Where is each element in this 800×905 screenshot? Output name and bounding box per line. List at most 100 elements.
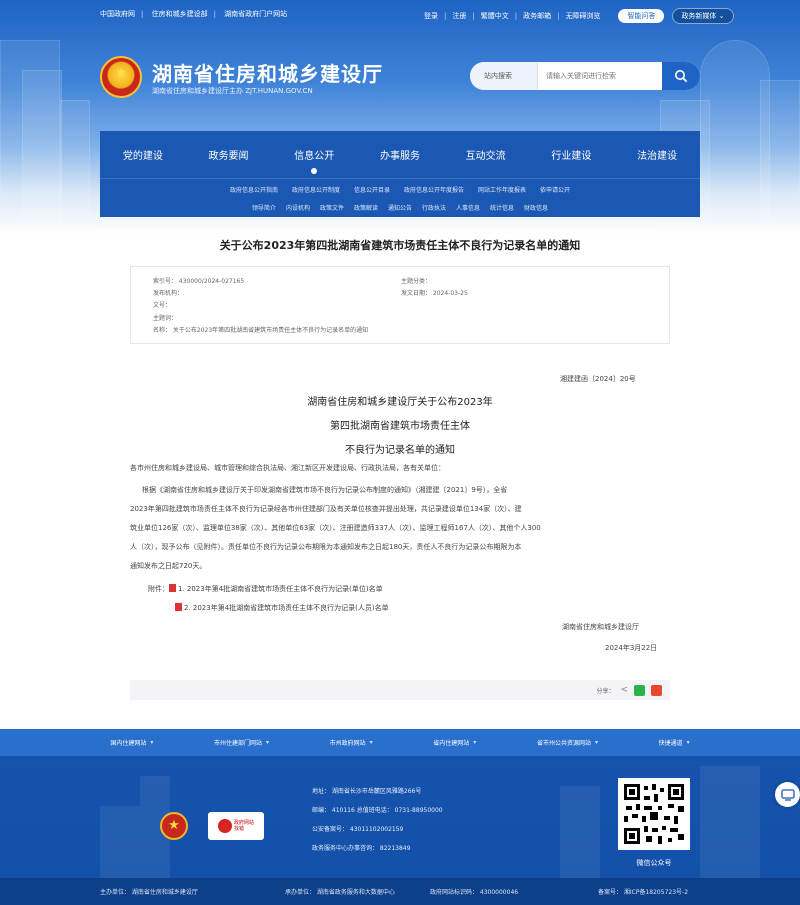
friend-link-provincial[interactable]: 省内住建网站 ▾: [433, 738, 476, 747]
sub-nav-finance[interactable]: 财政信息: [524, 203, 548, 212]
attachment-2[interactable]: 2. 2023年第4批湖南省建筑市场责任主体不良行为记录(人员)名单: [175, 603, 389, 613]
search-button[interactable]: [662, 62, 700, 90]
meta-subject-category: 主题分类：: [401, 278, 432, 285]
friend-link-shortcut-label: 快捷通道: [658, 740, 683, 747]
article-title: 关于公布2023年第四批湖南省建筑市场责任主体不良行为记录名单的通知: [219, 239, 581, 252]
sub-nav-annual-report[interactable]: 政府信息公开年度报告: [404, 185, 464, 194]
link-gov-cn[interactable]: 中国政府网: [100, 10, 135, 18]
friend-link-city-gov-label: 市州政府网站: [329, 740, 366, 747]
nav-party-building[interactable]: 党的建设: [121, 141, 165, 168]
sub-nav-site-report[interactable]: 网站工作年度报表: [478, 185, 526, 194]
meta-publish-org: 发布机构：: [153, 290, 184, 297]
friend-link-city-gov[interactable]: 市州政府网站 ▾: [330, 738, 373, 747]
chevron-down-icon: ▾: [473, 739, 477, 746]
chevron-down-icon: ▾: [150, 739, 154, 746]
top-left-links: 中国政府网 | 住房和城乡建设部 | 湖南省政府门户网站: [100, 10, 288, 18]
friend-link-city-housing[interactable]: 市州住建部门网站 ▾: [214, 738, 269, 747]
sub-nav-leaders[interactable]: 领导简介: [252, 203, 276, 212]
doc-title-line-2: 第四批湖南省建筑市场责任主体: [330, 421, 470, 432]
meta-doc-no: 文号：: [153, 302, 172, 309]
footer-icp[interactable]: 备案号： 湘ICP备18205723号-2: [598, 887, 688, 896]
attachment-1-title: 1. 2023年第4批湖南省建筑市场责任主体不良行为记录(单位)名单: [178, 585, 383, 593]
site-subtitle: 湖南省住房和城乡建设厅主办 ZJT.HUNAN.GOV.CN: [152, 87, 313, 95]
share-icon[interactable]: <: [620, 685, 628, 695]
sub-nav-departments[interactable]: 内设机构: [286, 203, 310, 212]
gov-mail-link[interactable]: 政务邮箱: [523, 11, 551, 21]
footer-postcode: 邮编： 410116 总值班电话： 0731-88950000: [312, 807, 443, 814]
accessibility-link[interactable]: 无障碍浏览: [565, 11, 600, 21]
chevron-down-icon: ▾: [686, 739, 690, 746]
signature-date: 2024年3月22日: [605, 644, 658, 652]
site-title: 湖南省住房和城乡建设厅: [152, 62, 383, 86]
nav-news[interactable]: 政务要闻: [207, 141, 251, 168]
footer-bottom-bar: 主办单位： 湖南省住房和城乡建设厅 承办单位： 湖南省政务服务和大数据中心 政府…: [0, 878, 800, 905]
share-bar: 分享： <: [130, 680, 670, 700]
body-line-5: 通知发布之日起720天。: [130, 562, 207, 570]
document-number: 湘建建函〔2024〕20号: [560, 375, 636, 383]
party-emblem-icon: ★: [160, 812, 188, 840]
register-link[interactable]: 注册: [452, 11, 466, 21]
page: 中国政府网 | 住房和城乡建设部 | 湖南省政府门户网站 登录 | 注册 | 繁體中文 |…: [0, 0, 800, 905]
body-line-4: 人（次），现予公布（见附件）。责任单位不良行为记录公布期限为本通知发布之日起18…: [130, 543, 522, 551]
sub-nav-catalog[interactable]: 信息公开目录: [354, 185, 390, 194]
meta-subject-words: 主题词：: [153, 315, 178, 322]
link-mohurd[interactable]: 住房和城乡建设部: [152, 10, 208, 18]
sub-nav-system[interactable]: 政府信息公开制度: [292, 185, 340, 194]
meta-date: 发文日期： 2024-03-25: [401, 290, 468, 297]
chevron-down-icon: ▾: [265, 739, 269, 746]
link-hunan-gov[interactable]: 湖南省政府门户网站: [224, 10, 287, 18]
friend-link-public-resource[interactable]: 省市州公共资源网站 ▾: [537, 738, 598, 747]
sub-nav-policies[interactable]: 政策文件: [320, 203, 344, 212]
sub-nav-personnel[interactable]: 人事信息: [456, 203, 480, 212]
meta-index-no: 索引号： 430000/2024-027165: [153, 278, 245, 285]
nav-industry[interactable]: 行业建设: [549, 141, 593, 168]
search-input[interactable]: [538, 62, 662, 90]
toolbar-icon: [780, 788, 795, 801]
new-media-dropdown[interactable]: 政务新媒体 ⌄: [672, 8, 734, 24]
smart-qa-button[interactable]: 智能问答: [618, 9, 665, 23]
share-label: 分享：: [596, 687, 615, 695]
nav-info-disclosure[interactable]: 信息公开: [292, 141, 336, 174]
friend-link-shortcut[interactable]: 快捷通道 ▾: [659, 738, 690, 747]
body-line-2: 2023年第四批建筑市场责任主体不良行为记录经各市州住建部门及有关单位核查并提出…: [130, 505, 522, 513]
friend-link-national[interactable]: 国内住建网站 ▾: [110, 738, 153, 747]
footer-host: 主办单位： 湖南省住房和城乡建设厅: [100, 889, 198, 896]
search-scope-select[interactable]: 站内搜索: [470, 62, 538, 90]
weibo-icon[interactable]: [651, 684, 662, 696]
sub-nav-notices[interactable]: 通知公告: [388, 203, 412, 212]
nav-main-items: 党的建设 政务要闻 信息公开 办事服务 互动交流 行业建设 法治建设: [100, 131, 700, 179]
body-line-1: 根据《湖南省住房和城乡建设厅关于印发湖南省建筑市场不良行为记录公布制度的通知》（…: [142, 486, 508, 494]
attachment-2-title: 2. 2023年第4批湖南省建筑市场责任主体不良行为记录(人员)名单: [184, 604, 389, 612]
friend-link-public-resource-label: 省市州公共资源网站: [536, 740, 591, 747]
sub-nav-enforcement[interactable]: 行政执法: [422, 203, 446, 212]
login-link[interactable]: 登录: [424, 11, 438, 21]
main-nav: 党的建设 政务要闻 信息公开 办事服务 互动交流 行业建设 法治建设 政府信息公…: [100, 131, 700, 217]
meta-name: 名称： 关于公布2023年第四批湖南省建筑市场责任主体不良行为记录名单的通知: [153, 327, 369, 334]
friend-links-bar: 国内住建网站 ▾ 市州住建部门网站 ▾ 市州政府网站 ▾ 省内住建网站 ▾ 省市州公共资…: [0, 729, 800, 756]
top-right-links: 登录 | 注册 | 繁體中文 | 政务邮箱 | 无障碍浏览 智能问答 政务新媒体 ⌄: [424, 8, 734, 24]
traditional-chinese-link[interactable]: 繁體中文: [481, 11, 509, 21]
qr-caption: 微信公众号: [636, 859, 672, 867]
sub-nav-interpretation[interactable]: 政策解读: [354, 203, 378, 212]
footer-address: 地址： 湖南省长沙市岳麓区风雅路266号: [312, 788, 422, 795]
footer-site-id: 政府网站标识码： 4300000046: [430, 889, 519, 896]
nav-services[interactable]: 办事服务: [378, 141, 422, 168]
doc-title-line-3: 不良行为记录名单的通知: [345, 445, 455, 456]
friend-link-national-label: 国内住建网站: [110, 740, 147, 747]
nav-rule-of-law[interactable]: 法治建设: [635, 141, 679, 168]
sub-nav-statistics[interactable]: 统计信息: [490, 203, 514, 212]
sub-nav-application[interactable]: 依申请公开: [540, 185, 570, 194]
sub-nav-guide[interactable]: 政府信息公开指南: [230, 185, 278, 194]
pdf-file-icon: [175, 603, 182, 611]
attachment-1[interactable]: 附件： 1. 2023年第4批湖南省建筑市场责任主体不良行为记录(单位)名单: [148, 584, 383, 594]
badge-line-2: 找错: [233, 826, 244, 832]
gov-site-error-badge[interactable]: 政府网站 找错: [208, 812, 264, 840]
nav-interaction[interactable]: 互动交流: [464, 141, 508, 168]
signature-org: 湖南省住房和城乡建设厅: [562, 623, 639, 631]
top-bar: 中国政府网 | 住房和城乡建设部 | 湖南省政府门户网站 登录 | 注册 | 繁體中文 |…: [0, 0, 800, 28]
floating-accessibility-button[interactable]: [775, 782, 800, 807]
wechat-icon[interactable]: [634, 684, 645, 696]
search-box: 站内搜索: [470, 62, 700, 90]
wechat-qr-code: [618, 778, 690, 850]
pdf-file-icon: [169, 584, 176, 592]
